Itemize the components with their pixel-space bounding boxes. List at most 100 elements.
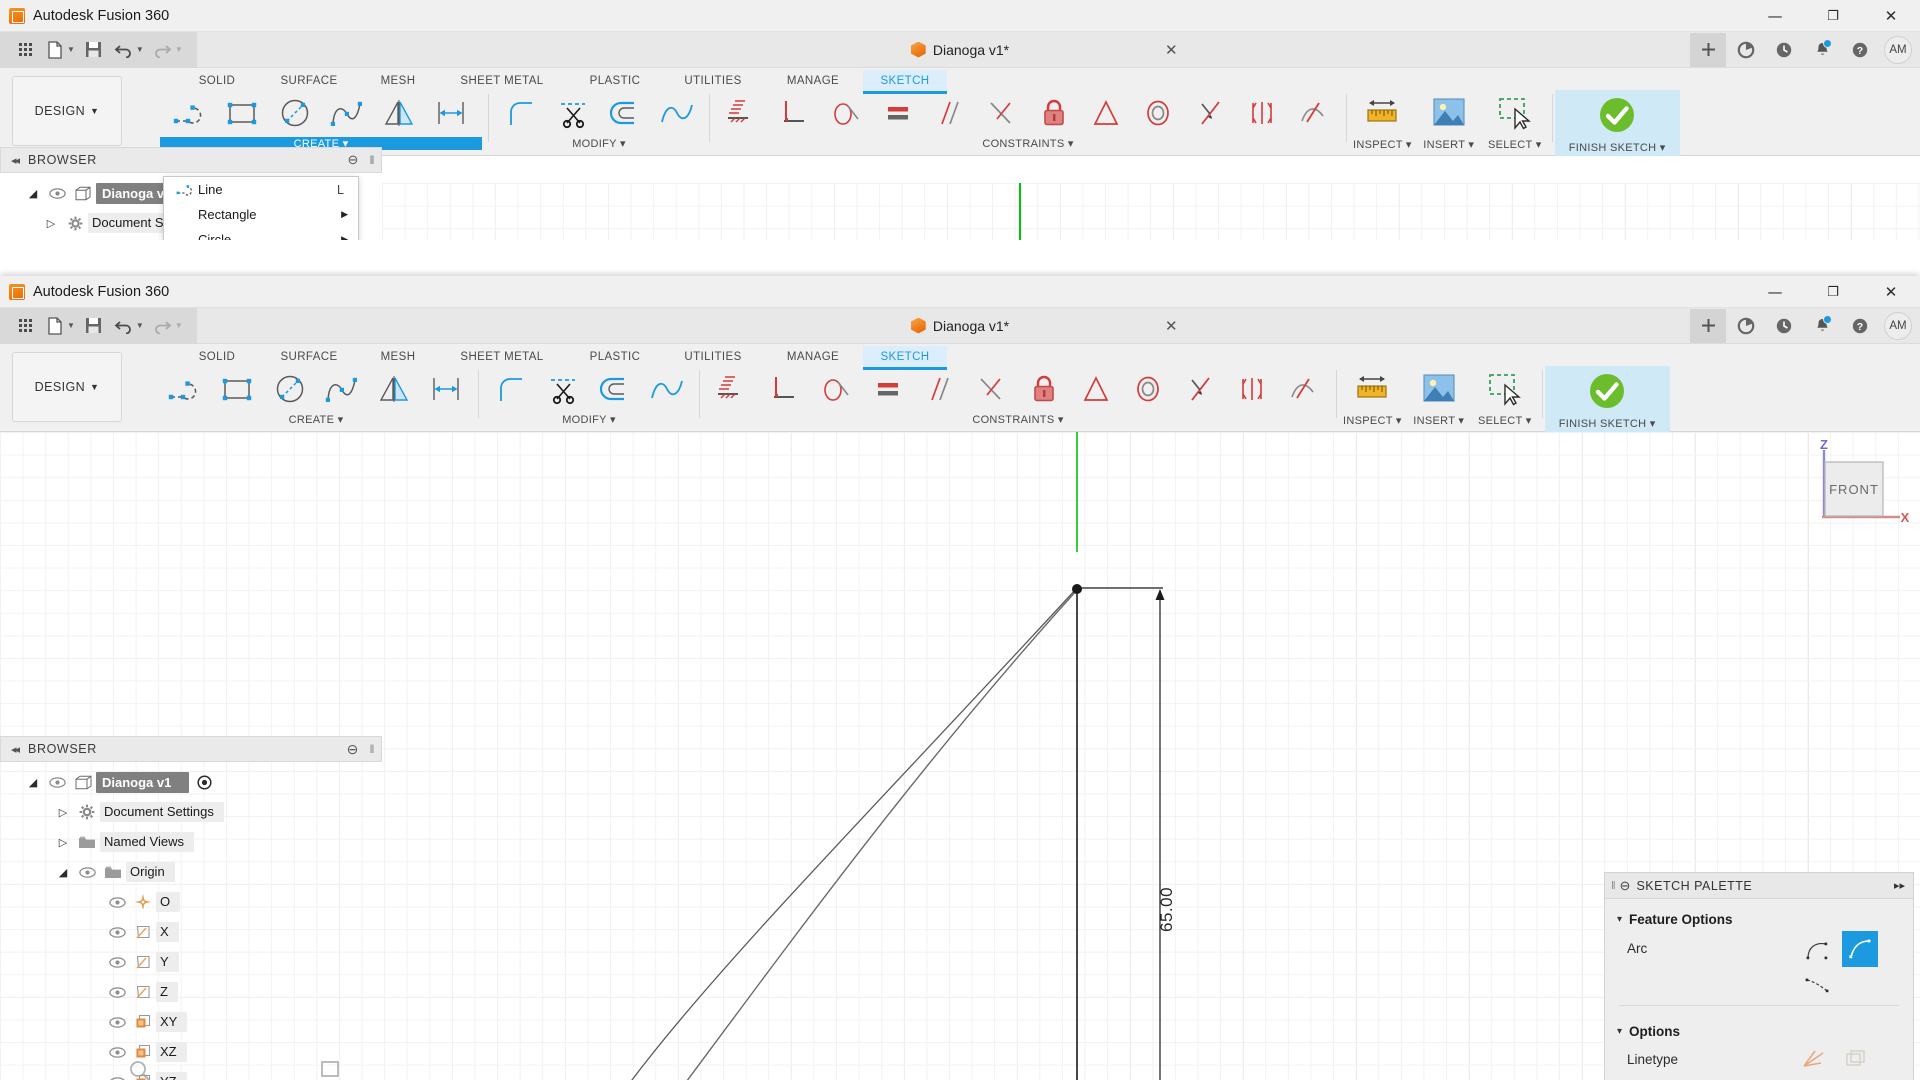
finish-check-icon[interactable]	[1587, 93, 1647, 139]
avatar[interactable]: AM	[1884, 311, 1912, 340]
rectangle-icon[interactable]	[217, 90, 269, 136]
equal-icon[interactable]	[862, 366, 914, 412]
maximize-button[interactable]: ❐	[1804, 0, 1862, 32]
tree-row-dianoga-v1[interactable]: ◢ Dianoga v1	[0, 767, 382, 797]
plus-icon[interactable]	[1690, 32, 1726, 67]
minimize-button[interactable]: —	[1746, 276, 1804, 308]
arc-type-tangent-button[interactable]	[1801, 971, 1835, 999]
visibility-eye-icon[interactable]	[104, 986, 130, 998]
symmetry-icon[interactable]	[1236, 90, 1288, 136]
tree-row-xz[interactable]: XZ	[0, 1037, 382, 1067]
plus-icon[interactable]	[1690, 308, 1726, 343]
visibility-eye-icon[interactable]	[44, 776, 70, 788]
tangent-icon[interactable]	[810, 366, 862, 412]
midpoint-icon[interactable]	[1070, 366, 1122, 412]
menu-item-rectangle[interactable]: Rectangle ▶	[164, 202, 358, 227]
tree-row-x[interactable]: X	[0, 917, 382, 947]
trim-icon[interactable]	[547, 90, 599, 136]
options-header[interactable]: ▾ Options	[1605, 1018, 1913, 1044]
panel-label-finish-sketch[interactable]: FINISH SKETCH ▾	[1569, 141, 1666, 154]
palette-expand-icon[interactable]: ▸▸	[1894, 879, 1905, 892]
horizontal-vertical-icon[interactable]	[706, 366, 758, 412]
undo-caret-icon[interactable]: ▼	[136, 45, 144, 54]
tree-row-yz[interactable]: YZ	[0, 1067, 382, 1080]
browser-collapse-icon[interactable]: ◂◂	[11, 154, 20, 167]
measure-icon[interactable]	[1353, 90, 1411, 136]
maximize-button[interactable]: ❐	[1804, 276, 1862, 308]
recent-icon[interactable]	[1766, 33, 1802, 67]
redo-icon[interactable]	[148, 35, 178, 65]
panel-select[interactable]: SELECT ▾	[1476, 366, 1534, 427]
undo-caret-icon[interactable]: ▼	[136, 321, 144, 330]
mirror-icon[interactable]	[368, 366, 420, 412]
new-file-caret-icon[interactable]: ▼	[67, 45, 75, 54]
measure-icon[interactable]	[1343, 366, 1401, 412]
new-file-icon[interactable]	[40, 311, 70, 341]
minimize-button[interactable]: —	[1746, 0, 1804, 32]
browser-tree[interactable]: ◢ Dianoga v1 ▷ Document Settings ▷ Named View…	[0, 762, 382, 1080]
fix-lock-icon[interactable]	[1028, 90, 1080, 136]
expander-icon[interactable]: ▷	[52, 806, 74, 819]
line-icon[interactable]	[165, 90, 217, 136]
visibility-eye-icon[interactable]	[74, 866, 100, 878]
panel-label-modify[interactable]: MODIFY ▾	[495, 137, 703, 150]
parallel-icon[interactable]	[914, 366, 966, 412]
visibility-eye-icon[interactable]	[104, 926, 130, 938]
visibility-eye-icon[interactable]	[104, 1016, 130, 1028]
job-status-icon[interactable]	[1728, 33, 1764, 67]
tree-row-named-views[interactable]: ▷ Named Views	[0, 827, 382, 857]
notifications-icon[interactable]	[1804, 33, 1840, 67]
tangent-icon[interactable]	[820, 90, 872, 136]
redo-caret-icon[interactable]: ▼	[175, 321, 183, 330]
browser-panel[interactable]: ◂◂ BROWSER ⊖ ‖ ◢ Dianoga v1 ▷ Document Settings…	[0, 736, 382, 1080]
expander-icon[interactable]: ▷	[52, 836, 74, 849]
spline-icon[interactable]	[316, 366, 368, 412]
dimension-icon[interactable]	[420, 366, 472, 412]
visibility-eye-icon[interactable]	[104, 1076, 130, 1080]
linetype-buttons[interactable]	[1801, 1049, 1867, 1071]
document-tab-background[interactable]: Dianoga v1*	[910, 41, 1009, 58]
browser-collapse-icon[interactable]: ◂◂	[11, 743, 20, 756]
dimension-icon[interactable]	[425, 90, 477, 136]
select-window-icon[interactable]	[1486, 90, 1544, 136]
panel-select[interactable]: SELECT ▾	[1486, 90, 1544, 151]
concentric-icon[interactable]	[1122, 366, 1174, 412]
panel-inspect[interactable]: INSPECT ▾	[1353, 90, 1412, 151]
document-tab-close-icon[interactable]: ✕	[1165, 41, 1178, 59]
redo-icon[interactable]	[148, 311, 178, 341]
job-status-icon[interactable]	[1728, 309, 1764, 343]
app-grid-icon[interactable]	[10, 311, 40, 341]
parallel-icon[interactable]	[924, 90, 976, 136]
help-icon[interactable]: ?	[1842, 33, 1878, 67]
palette-collapse-icon[interactable]: ⊖	[1620, 878, 1631, 894]
insert-image-icon[interactable]	[1410, 366, 1468, 412]
rectangle-icon[interactable]	[212, 366, 264, 412]
curvature-icon[interactable]	[641, 366, 693, 412]
perpendicular-icon[interactable]	[758, 366, 810, 412]
undo-icon[interactable]	[109, 311, 139, 341]
arc-type-3-point-button[interactable]	[1842, 931, 1878, 967]
line-icon[interactable]	[160, 366, 212, 412]
visibility-eye-icon[interactable]	[104, 956, 130, 968]
ribbon-panels[interactable]: CREATE ▾ MODIFY ▾ CONSTRAINTS ▾ INSPECT ▾ IN…	[160, 366, 1920, 432]
panel-label-inspect[interactable]: INSPECT ▾	[1343, 414, 1402, 427]
coincident-icon[interactable]	[976, 90, 1028, 136]
spline-icon[interactable]	[321, 90, 373, 136]
document-tab-close-icon[interactable]: ✕	[1165, 317, 1178, 335]
panel-insert[interactable]: INSERT ▾	[1410, 366, 1468, 427]
collinear-icon[interactable]	[1174, 366, 1226, 412]
feature-options-header[interactable]: ▾ Feature Options	[1605, 907, 1913, 931]
horizontal-vertical-icon[interactable]	[716, 90, 768, 136]
panel-label-constraints[interactable]: CONSTRAINTS ▾	[706, 413, 1330, 426]
expander-icon[interactable]: ◢	[52, 866, 74, 879]
circle-icon[interactable]	[269, 90, 321, 136]
visibility-eye-icon[interactable]	[104, 1046, 130, 1058]
dimension-text-65[interactable]: 65.00	[1157, 887, 1177, 932]
fix-lock-icon[interactable]	[1018, 366, 1070, 412]
tree-row-y[interactable]: Y	[0, 947, 382, 977]
tree-row-origin[interactable]: ◢ Origin	[0, 857, 382, 887]
midpoint-icon[interactable]	[1080, 90, 1132, 136]
panel-label-finish-sketch[interactable]: FINISH SKETCH ▾	[1559, 417, 1656, 430]
concentric-icon[interactable]	[1132, 90, 1184, 136]
coincident-icon[interactable]	[966, 366, 1018, 412]
